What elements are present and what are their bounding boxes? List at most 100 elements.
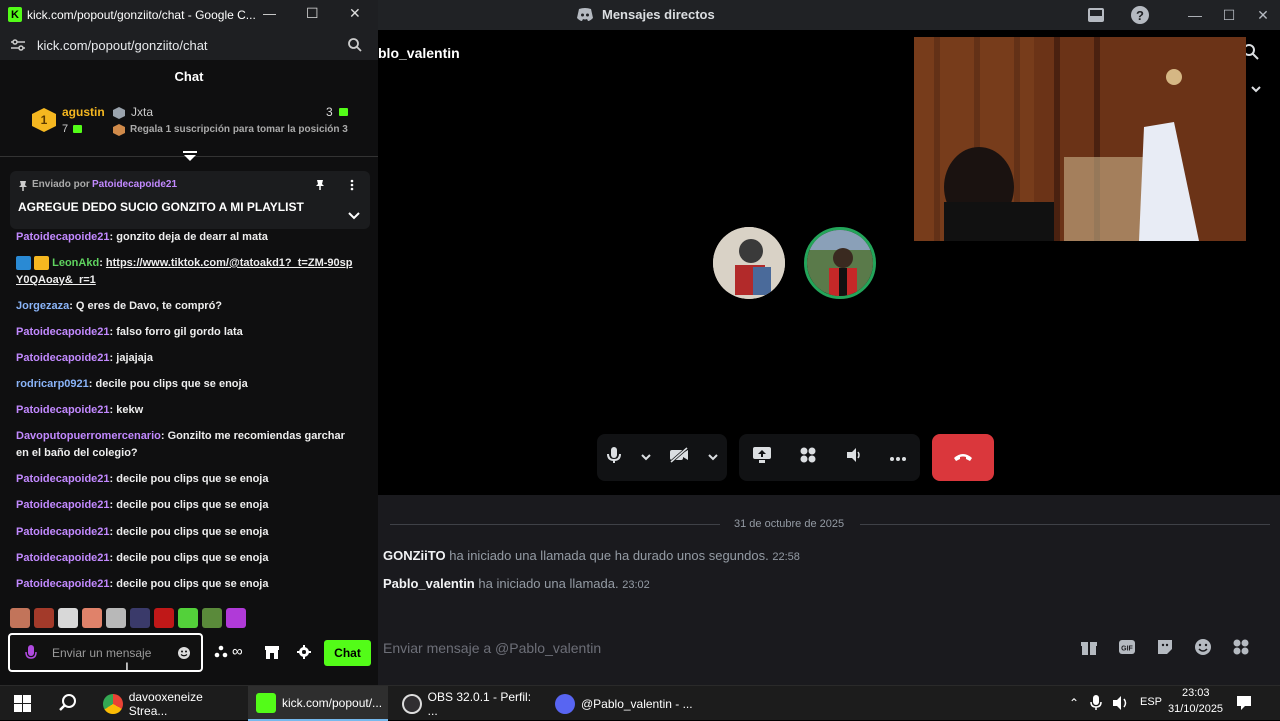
emote-icon[interactable] <box>130 608 150 628</box>
emote-icon[interactable] <box>154 608 174 628</box>
taskbar-app-discord[interactable]: @Pablo_valentin - ... <box>555 686 695 721</box>
activities-icon[interactable] <box>799 446 817 469</box>
chat-user[interactable]: Patoidecapoide21 <box>16 578 110 590</box>
rank-badge: 1 <box>32 108 56 132</box>
emote-icon[interactable] <box>58 608 78 628</box>
pin-icon[interactable] <box>315 178 325 196</box>
avatar[interactable] <box>713 227 785 299</box>
badge-icon <box>16 256 31 271</box>
hangup-button[interactable] <box>932 434 994 481</box>
message-time: 22:58 <box>772 551 800 563</box>
chevron-down-icon[interactable] <box>348 207 360 225</box>
message-input[interactable]: Enviar mensaje a @Pablo_valentin <box>383 640 601 656</box>
leader-promo[interactable]: Regala 1 suscripción para tomar la posic… <box>130 124 348 135</box>
chat-send-button[interactable]: Chat <box>324 640 371 666</box>
sub-gift-icon <box>339 108 348 116</box>
chat-user[interactable]: rodricarp0921 <box>16 378 89 390</box>
windows-start-icon[interactable] <box>14 695 31 717</box>
more-icon[interactable] <box>889 449 907 467</box>
leader-user[interactable]: agustin <box>62 105 105 119</box>
chat-user[interactable]: Patoidecapoide21 <box>16 473 110 485</box>
chat-input-box[interactable]: Enviar un mensaje <box>8 633 203 672</box>
message-text: ha iniciado una llamada que ha durado un… <box>449 548 769 563</box>
chat-user[interactable]: Patoidecapoide21 <box>16 404 110 416</box>
maximize-icon[interactable]: ☐ <box>306 5 319 22</box>
mic-icon[interactable] <box>606 446 622 469</box>
sticker-icon[interactable] <box>1156 638 1174 661</box>
chat-user[interactable]: Jorgezaza <box>16 300 69 312</box>
pinned-message[interactable]: Enviado por Patoidecapoide21 AGREGUE DED… <box>10 171 370 229</box>
chat-text: : <box>99 257 106 269</box>
video-feed[interactable] <box>914 37 1246 241</box>
clock-time[interactable]: 23:03 <box>1182 687 1210 699</box>
chat-user[interactable]: Patoidecapoide21 <box>16 326 110 338</box>
pinned-by-user[interactable]: Patoidecapoide21 <box>92 179 177 190</box>
discord-window-controls: — ☐ ✕ <box>1178 0 1280 30</box>
sub-gift-icon <box>73 125 82 133</box>
close-icon[interactable]: ✕ <box>349 5 361 22</box>
clock-date[interactable]: 31/10/2025 <box>1168 703 1223 715</box>
chevron-down-icon[interactable] <box>1250 82 1262 100</box>
taskbar-app-chrome[interactable]: davooxeneize Strea... <box>103 686 243 721</box>
emote-icon[interactable] <box>10 608 30 628</box>
system-message: GONZiiTO ha iniciado una llamada que ha … <box>383 548 800 563</box>
message-user[interactable]: GONZiiTO <box>383 548 446 563</box>
apps-icon[interactable] <box>1232 638 1250 661</box>
help-icon[interactable]: ? <box>1130 5 1150 30</box>
maximize-icon[interactable]: ☐ <box>1212 0 1246 30</box>
close-icon[interactable]: ✕ <box>1246 0 1280 30</box>
more-icon[interactable] <box>350 178 354 196</box>
message-user[interactable]: Pablo_valentin <box>383 576 475 591</box>
chat-input[interactable]: Enviar un mensaje <box>52 646 151 660</box>
search-icon[interactable] <box>58 693 78 718</box>
screen-share-icon[interactable] <box>752 446 772 469</box>
emoji-icon[interactable] <box>177 646 191 665</box>
gift-icon[interactable] <box>1080 638 1098 661</box>
chat-user[interactable]: Patoidecapoide21 <box>16 352 110 364</box>
site-settings-icon[interactable] <box>10 38 26 57</box>
mic-icon[interactable] <box>25 645 37 666</box>
emoji-icon[interactable] <box>1194 638 1212 661</box>
chat-user[interactable]: LeonAkd <box>52 257 99 269</box>
taskbar-app-obs[interactable]: OBS 32.0.1 - Perfil: ... <box>402 686 542 721</box>
kick-logo-icon: K <box>8 7 22 22</box>
infinity-icon[interactable]: ∞ <box>232 644 243 659</box>
url-text[interactable]: kick.com/popout/gonziito/chat <box>37 38 208 53</box>
mic-icon[interactable] <box>1090 695 1102 716</box>
chat-user[interactable]: Patoidecapoide21 <box>16 499 110 511</box>
chat-message: Davoputopuerromercenario: Gonzilto me re… <box>16 428 356 462</box>
leader-user[interactable]: Jxta <box>131 105 153 119</box>
emote-icon[interactable] <box>34 608 54 628</box>
taskbar-app-kick[interactable]: kick.com/popout/... <box>248 686 388 721</box>
language-indicator[interactable]: ESP <box>1140 696 1162 708</box>
chevron-down-icon[interactable] <box>708 449 718 467</box>
dots-icon[interactable] <box>214 645 228 664</box>
soundboard-icon[interactable] <box>844 446 862 469</box>
collapse-icon[interactable] <box>183 149 197 167</box>
search-icon[interactable] <box>347 37 363 58</box>
emote-icon[interactable] <box>106 608 126 628</box>
emote-icon[interactable] <box>178 608 198 628</box>
emote-icon[interactable] <box>82 608 102 628</box>
chat-user[interactable]: Davoputopuerromercenario <box>16 430 161 442</box>
minimize-icon[interactable]: — <box>1178 0 1212 30</box>
emote-icon[interactable] <box>226 608 246 628</box>
chevron-down-icon[interactable] <box>641 449 651 467</box>
chat-user[interactable]: Patoidecapoide21 <box>16 552 110 564</box>
minimize-icon[interactable]: — <box>263 6 276 21</box>
chat-text: : decile pou clips que se enoja <box>109 526 269 538</box>
gear-icon[interactable] <box>297 645 311 664</box>
chat-user[interactable]: Patoidecapoide21 <box>16 231 110 243</box>
store-icon[interactable] <box>264 644 280 665</box>
chat-message: Patoidecapoide21: gonzito deja de dearr … <box>16 229 356 246</box>
gif-icon[interactable]: GIF <box>1118 638 1136 661</box>
chevron-up-icon[interactable]: ⌃ <box>1069 696 1079 710</box>
avatar[interactable] <box>804 227 876 299</box>
chat-user[interactable]: Patoidecapoide21 <box>16 526 110 538</box>
notifications-icon[interactable] <box>1236 695 1252 716</box>
camera-off-icon[interactable] <box>669 446 689 468</box>
discord-title-text: Mensajes directos <box>602 7 715 22</box>
emote-icon[interactable] <box>202 608 222 628</box>
volume-icon[interactable] <box>1112 695 1130 716</box>
inbox-icon[interactable] <box>1086 5 1106 30</box>
